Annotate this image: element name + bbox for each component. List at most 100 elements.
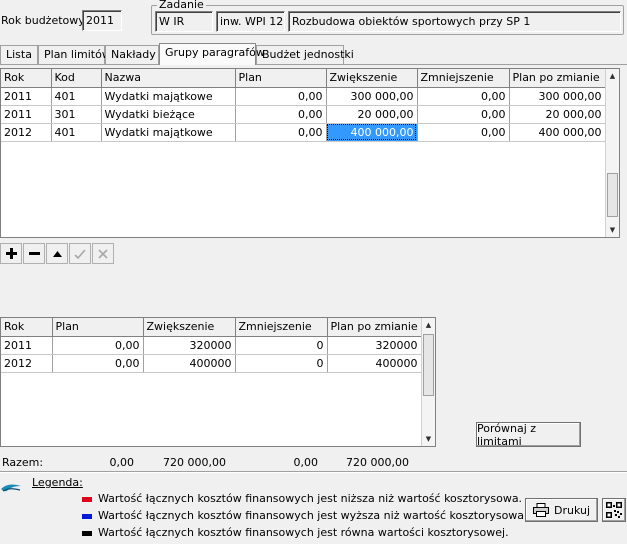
tab-naklady[interactable]: Nakłady <box>105 45 159 64</box>
cell-zwiekszenie[interactable]: 320000 <box>143 336 236 355</box>
plus-icon <box>5 248 17 259</box>
legend-title: Legenda: <box>32 476 83 489</box>
drukuj-label: Drukuj <box>553 503 591 517</box>
cell-nazwa[interactable]: Wydatki majątkowe <box>101 87 236 106</box>
cell-rok[interactable]: 2012 <box>1 123 52 142</box>
cancel-edit-button[interactable] <box>92 243 114 264</box>
cancel-icon <box>98 248 108 259</box>
minus-icon <box>28 252 40 255</box>
tab-budzet-jednostki[interactable]: Budżet jednostki <box>256 45 354 64</box>
cell-plan-po-zmianie[interactable]: 20 000,00 <box>509 105 606 124</box>
cell-kod[interactable]: 401 <box>51 87 102 106</box>
cell-zwiekszenie[interactable]: 20 000,00 <box>326 105 418 124</box>
red-swatch-icon <box>82 496 92 502</box>
bottom-grid-scrollbar[interactable]: ▲ ▼ <box>421 318 435 446</box>
cell-plan[interactable]: 0,00 <box>52 354 144 373</box>
table-row[interactable]: 2011 301 Wydatki bieżące 0,00 20 000,00 … <box>1 105 606 124</box>
zadanie-code-field[interactable]: inw. WPI 12 <box>216 11 285 32</box>
col-header-kod[interactable]: Kod <box>51 69 102 88</box>
porownaj-z-limitami-button[interactable]: Porównaj z limitami <box>476 422 581 448</box>
col-header-zmniejszenie[interactable]: Zmniejszenie <box>235 318 328 337</box>
cell-zmniejszenie[interactable]: 0,00 <box>417 87 510 106</box>
cell-rok[interactable]: 2011 <box>1 87 52 106</box>
rok-budzetowy-label: Rok budżetowy <box>1 14 85 27</box>
tab-grupy-paragrafow[interactable]: Grupy paragrafów <box>159 43 265 65</box>
blue-swatch-icon <box>82 513 92 519</box>
top-grid-table: Rok Kod Nazwa Plan Zwiększenie Zmniejsze… <box>1 69 606 142</box>
cell-nazwa[interactable]: Wydatki majątkowe <box>101 123 236 142</box>
col-header-zmniejszenie[interactable]: Zmniejszenie <box>417 69 510 88</box>
bottom-grid: Rok Plan Zwiększenie Zmniejszenie Plan p… <box>0 317 436 447</box>
table-row[interactable]: 2011 401 Wydatki majątkowe 0,00 300 000,… <box>1 87 606 106</box>
move-up-button[interactable] <box>46 243 68 264</box>
top-grid-scrollbar[interactable]: ▲ ▼ <box>605 69 619 237</box>
col-header-zwiekszenie[interactable]: Zwiększenie <box>326 69 418 88</box>
cell-zmniejszenie[interactable]: 0 <box>235 336 328 355</box>
col-header-plan[interactable]: Plan <box>235 69 327 88</box>
table-row[interactable]: 2012 401 Wydatki majątkowe 0,00 400 000,… <box>1 123 606 142</box>
cell-plan-po-zmianie[interactable]: 300 000,00 <box>509 87 606 106</box>
scroll-down-icon[interactable]: ▼ <box>422 432 435 446</box>
tab-lista[interactable]: Lista <box>0 45 38 64</box>
cell-zmniejszenie[interactable]: 0,00 <box>417 105 510 124</box>
col-header-zwiekszenie[interactable]: Zwiększenie <box>143 318 236 337</box>
rok-budzetowy-field[interactable]: 2011 <box>82 10 122 31</box>
cell-rok[interactable]: 2011 <box>1 336 53 355</box>
table-row[interactable]: 2011 0,00 320000 0 320000 <box>1 336 422 355</box>
check-icon <box>74 248 86 259</box>
legend-item-black: Wartość łącznych kosztów finansowych jes… <box>82 526 509 539</box>
bird-logo-icon <box>1 484 21 492</box>
qr-code-icon <box>606 502 622 518</box>
cell-plan[interactable]: 0,00 <box>52 336 144 355</box>
cell-kod[interactable]: 301 <box>51 105 102 124</box>
zadanie-label: Zadanie <box>157 0 206 11</box>
top-grid-scroll-thumb[interactable] <box>607 173 618 217</box>
cell-zwiekszenie[interactable]: 400000 <box>143 354 236 373</box>
zadanie-dept-field[interactable]: W IR <box>155 11 213 32</box>
cell-zwiekszenie-selected[interactable]: 400 000,00 <box>326 123 418 142</box>
cell-zwiekszenie[interactable]: 300 000,00 <box>326 87 418 106</box>
cell-zmniejszenie[interactable]: 0 <box>235 354 328 373</box>
cell-zmniejszenie[interactable]: 0,00 <box>417 123 510 142</box>
cell-rok[interactable]: 2012 <box>1 354 53 373</box>
razem-zwiekszenie: 720 000,00 <box>163 456 226 469</box>
legend-item-label: Wartość łącznych kosztów finansowych jes… <box>98 492 523 505</box>
top-grid: Rok Kod Nazwa Plan Zwiększenie Zmniejsze… <box>0 68 620 238</box>
legend-item-red: Wartość łącznych kosztów finansowych jes… <box>82 492 522 505</box>
col-header-rok[interactable]: Rok <box>1 69 52 88</box>
col-header-rok[interactable]: Rok <box>1 318 53 337</box>
cell-plan[interactable]: 0,00 <box>235 105 327 124</box>
table-row[interactable]: 2012 0,00 400000 0 400000 <box>1 354 422 373</box>
scroll-down-icon[interactable]: ▼ <box>606 223 619 237</box>
col-header-plan-po-zmianie[interactable]: Plan po zmianie <box>509 69 606 88</box>
tab-plan-limitow[interactable]: Plan limitów <box>38 45 111 64</box>
add-row-button[interactable] <box>0 243 22 264</box>
printer-icon <box>532 503 549 517</box>
scroll-up-icon[interactable]: ▲ <box>422 318 435 332</box>
col-header-plan[interactable]: Plan <box>52 318 144 337</box>
cell-rok[interactable]: 2011 <box>1 105 52 124</box>
bottom-grid-header-row: Rok Plan Zwiększenie Zmniejszenie Plan p… <box>1 318 422 337</box>
razem-label: Razem: <box>2 456 44 469</box>
cell-nazwa[interactable]: Wydatki bieżące <box>101 105 236 124</box>
legend-item-label: Wartość łącznych kosztów finansowych jes… <box>98 509 528 522</box>
cell-plan-po-zmianie[interactable]: 400000 <box>327 354 422 373</box>
bottom-grid-scroll-thumb[interactable] <box>423 334 434 396</box>
cell-plan-po-zmianie[interactable]: 320000 <box>327 336 422 355</box>
legend-item-blue: Wartość łącznych kosztów finansowych jes… <box>82 509 528 522</box>
confirm-button[interactable] <box>69 243 91 264</box>
razem-plan-po-zmianie: 720 000,00 <box>346 456 409 469</box>
cell-plan-po-zmianie[interactable]: 400 000,00 <box>509 123 606 142</box>
cell-kod[interactable]: 401 <box>51 123 102 142</box>
qr-code-button[interactable] <box>602 498 626 522</box>
cell-plan[interactable]: 0,00 <box>235 123 327 142</box>
col-header-nazwa[interactable]: Nazwa <box>101 69 236 88</box>
legend-item-label: Wartość łącznych kosztów finansowych jes… <box>98 526 509 539</box>
zadanie-name-field[interactable]: Rozbudowa obiektów sportowych przy SP 1 <box>288 11 621 32</box>
scroll-up-icon[interactable]: ▲ <box>606 69 619 83</box>
drukuj-button[interactable]: Drukuj <box>525 498 598 522</box>
col-header-plan-po-zmianie[interactable]: Plan po zmianie <box>327 318 422 337</box>
delete-row-button[interactable] <box>23 243 45 264</box>
cell-plan[interactable]: 0,00 <box>235 87 327 106</box>
black-swatch-icon <box>82 530 92 536</box>
